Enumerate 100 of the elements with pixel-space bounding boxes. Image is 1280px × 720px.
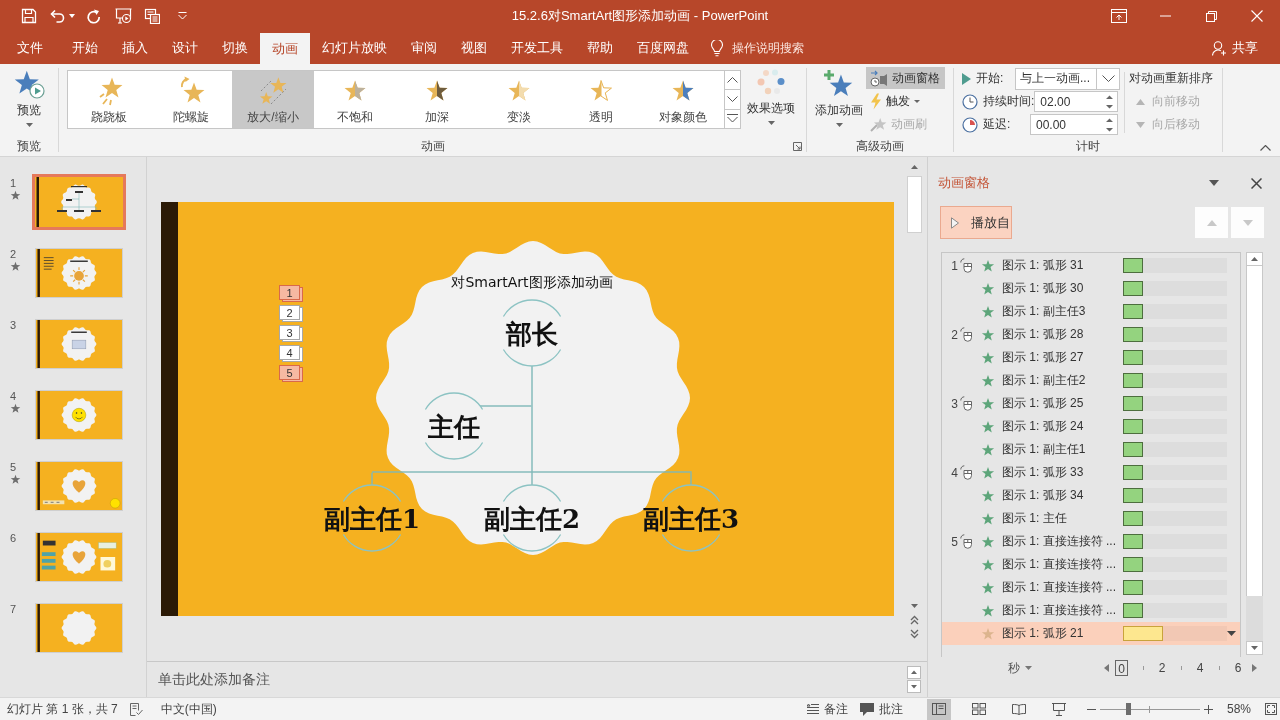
slide-thumbnail-drawing[interactable]: [32, 174, 126, 230]
fit-to-window-icon[interactable]: [1265, 703, 1277, 715]
ribbon-tab[interactable]: 插入: [110, 32, 160, 64]
animation-item[interactable]: 3 图示 1: 弧形 25: [942, 392, 1240, 415]
comments-button[interactable]: 批注: [859, 700, 903, 718]
duration-bar[interactable]: [1123, 511, 1143, 526]
duration-bar[interactable]: [1123, 396, 1143, 411]
ribbon-tab[interactable]: 文件: [0, 32, 60, 64]
slide-thumbnail-drawing[interactable]: [35, 248, 123, 298]
slide-thumbnail-drawing[interactable]: [35, 532, 123, 582]
zoom-thumb[interactable]: [1125, 703, 1131, 715]
duration-bar[interactable]: [1123, 557, 1143, 572]
spinner-icon[interactable]: [1106, 94, 1113, 109]
save-icon[interactable]: [21, 8, 37, 24]
notes-button[interactable]: 备注: [806, 700, 848, 718]
duration-bar[interactable]: [1123, 373, 1143, 388]
ribbon-tab[interactable]: 开始: [60, 32, 110, 64]
animation-tag[interactable]: 5: [279, 365, 303, 382]
effect-options-button[interactable]: 效果选项: [744, 64, 798, 132]
animation-effect[interactable]: 加深: [396, 71, 478, 128]
animation-effect[interactable]: 放大/缩小: [232, 71, 314, 128]
animation-tag[interactable]: 4: [279, 345, 303, 362]
animation-item[interactable]: 图示 1: 副主任1: [942, 438, 1240, 461]
chevron-up-icon[interactable]: [1260, 145, 1271, 151]
play-from-button[interactable]: 播放自: [940, 206, 1012, 239]
duration-bar[interactable]: [1123, 350, 1143, 365]
add-animation-button[interactable]: 添加动画: [812, 64, 866, 132]
animation-item[interactable]: 5 图示 1: 直接连接符 ...: [942, 530, 1240, 553]
scroll-right-icon[interactable]: [1252, 664, 1257, 672]
document-icon[interactable]: [144, 8, 160, 24]
duration-bar[interactable]: [1123, 281, 1143, 296]
duration-bar[interactable]: [1123, 534, 1143, 549]
delay-field[interactable]: 00.00: [1030, 114, 1118, 135]
animation-item[interactable]: 图示 1: 副主任3: [942, 300, 1240, 323]
present-icon[interactable]: [115, 8, 132, 24]
animation-effect[interactable]: 陀螺旋: [150, 71, 232, 128]
caret-icon[interactable]: [1209, 180, 1219, 186]
animation-item[interactable]: 图示 1: 弧形 21: [942, 622, 1240, 645]
animation-item[interactable]: 图示 1: 直接连接符 ...: [942, 553, 1240, 576]
dialog-launcher-icon[interactable]: [793, 142, 802, 151]
slide-thumbnail-drawing[interactable]: [35, 461, 123, 511]
undo-icon[interactable]: [50, 9, 65, 23]
ribbon-tab[interactable]: 开发工具: [499, 32, 575, 64]
slide-thumbnail-drawing[interactable]: [35, 390, 123, 440]
animation-effect[interactable]: 变淡: [478, 71, 560, 128]
language-indicator[interactable]: 中文(中国): [160, 700, 217, 718]
restore-icon[interactable]: [1205, 10, 1217, 22]
animation-item[interactable]: 图示 1: 弧形 34: [942, 484, 1240, 507]
animation-item[interactable]: 4 图示 1: 弧形 33: [942, 461, 1240, 484]
gallery-up-button[interactable]: [724, 70, 741, 91]
animation-item[interactable]: 图示 1: 主任: [942, 507, 1240, 530]
slide-thumbnail-drawing[interactable]: [35, 603, 123, 653]
animation-item[interactable]: 图示 1: 弧形 24: [942, 415, 1240, 438]
redo-icon[interactable]: [86, 8, 101, 24]
ribbon-tab[interactable]: 百度网盘: [625, 32, 701, 64]
animation-tag[interactable]: 2: [279, 305, 303, 322]
zoom-percent[interactable]: 58%: [1226, 702, 1251, 716]
animation-tag[interactable]: 3: [279, 325, 303, 342]
scroll-down-icon[interactable]: [1246, 641, 1263, 655]
animation-item[interactable]: 图示 1: 弧形 30: [942, 277, 1240, 300]
spinner-icon[interactable]: [1106, 117, 1113, 132]
ribbon-tab[interactable]: 设计: [160, 32, 210, 64]
animation-item[interactable]: 2 图示 1: 弧形 28: [942, 323, 1240, 346]
duration-bar[interactable]: [1123, 419, 1143, 434]
trigger-button[interactable]: 触发: [866, 90, 945, 112]
scroll-left-icon[interactable]: [1104, 664, 1109, 672]
seconds-dropdown[interactable]: 秒: [1008, 659, 1032, 677]
scroll-down-icon[interactable]: [907, 680, 921, 693]
ribbon-tab[interactable]: 审阅: [399, 32, 449, 64]
notes-field[interactable]: 单击此处添加备注: [147, 662, 907, 697]
caret-icon[interactable]: [1227, 631, 1236, 636]
customize-caret-icon[interactable]: [178, 12, 187, 20]
start-dropdown[interactable]: 与上一动画...: [1015, 67, 1120, 90]
scrollbar-thumb[interactable]: [907, 176, 922, 233]
duration-bar[interactable]: [1123, 488, 1143, 503]
animation-effect[interactable]: 跷跷板: [68, 71, 150, 128]
ribbon-tab[interactable]: 幻灯片放映: [310, 32, 399, 64]
duration-bar[interactable]: [1123, 603, 1143, 618]
animation-effect[interactable]: 不饱和: [314, 71, 396, 128]
search-field[interactable]: 操作说明搜索: [711, 32, 804, 64]
ribbon-tab[interactable]: 动画: [260, 33, 310, 64]
duration-bar[interactable]: [1123, 327, 1143, 342]
duration-bar[interactable]: [1123, 258, 1143, 273]
animation-item[interactable]: 图示 1: 直接连接符 ...: [942, 599, 1240, 622]
animation-tag[interactable]: 1: [279, 285, 303, 302]
view-button[interactable]: [926, 698, 951, 720]
gallery-more-button[interactable]: [724, 108, 741, 129]
gallery-down-button[interactable]: [724, 89, 741, 110]
close-icon[interactable]: [1251, 177, 1262, 189]
duration-field[interactable]: 02.00: [1034, 91, 1118, 112]
slide-thumbnail-drawing[interactable]: [35, 319, 123, 369]
scroll-up-icon[interactable]: [1246, 252, 1263, 266]
ribbon-tab[interactable]: 视图: [449, 32, 499, 64]
minus-icon[interactable]: [1086, 708, 1096, 710]
scroll-up-icon[interactable]: [907, 666, 921, 679]
caret-icon[interactable]: [69, 14, 75, 18]
duration-bar[interactable]: [1123, 442, 1143, 457]
animation-pane-button[interactable]: 动画窗格: [866, 67, 945, 89]
preview-button[interactable]: 预览: [2, 64, 56, 132]
animation-effect[interactable]: 对象颜色: [642, 71, 724, 128]
